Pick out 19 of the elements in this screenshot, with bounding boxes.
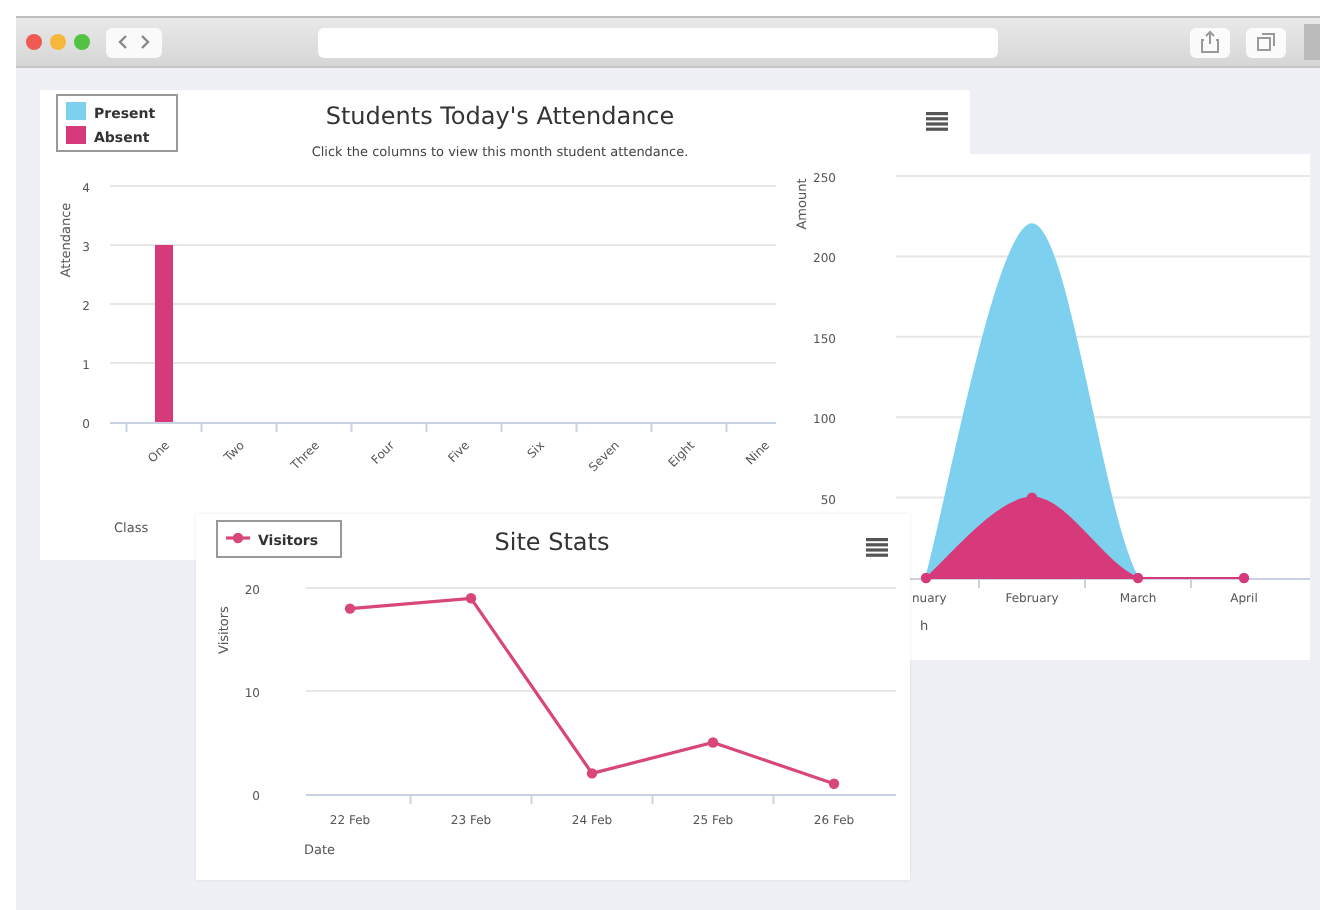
chart-title: Students Today's Attendance	[325, 102, 675, 130]
maximize-icon[interactable]	[74, 34, 90, 50]
data-point[interactable]	[920, 572, 932, 584]
data-point[interactable]	[828, 778, 840, 789]
share-icon	[1200, 30, 1220, 54]
tabs-button[interactable]	[1246, 27, 1286, 57]
menu-icon[interactable]	[926, 112, 948, 131]
data-point[interactable]	[344, 603, 356, 614]
data-point[interactable]	[1026, 492, 1038, 503]
tabs-icon	[1256, 32, 1276, 52]
data-point[interactable]	[1132, 572, 1144, 584]
data-point[interactable]	[465, 593, 477, 604]
menu-icon[interactable]	[866, 538, 888, 557]
close-icon[interactable]	[26, 34, 42, 50]
chart-title: Site Stats	[494, 528, 610, 556]
data-point[interactable]	[707, 737, 719, 748]
data-point[interactable]	[586, 768, 598, 779]
share-button[interactable]	[1190, 27, 1230, 57]
data-point[interactable]	[1238, 572, 1250, 584]
